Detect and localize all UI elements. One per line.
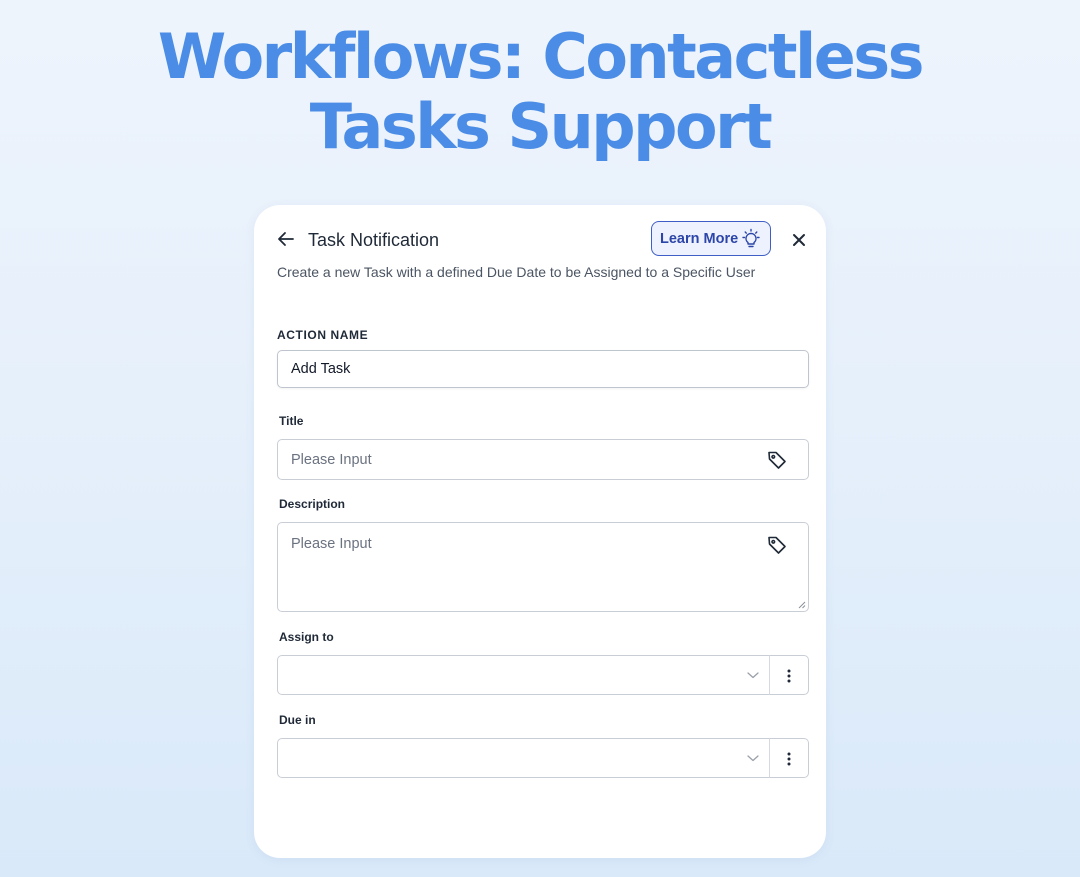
panel-subtitle: Create a new Task with a defined Due Dat… [277,264,756,280]
learn-more-button[interactable]: Learn More [651,221,771,256]
due-in-select[interactable] [277,738,770,778]
page-headline: Workflows: Contactless Tasks Support [0,22,1080,162]
description-placeholder: Please Input [291,536,372,552]
headline-line-1: Workflows: Contactless [157,20,925,93]
headline-line-2: Tasks Support [309,90,773,163]
close-icon[interactable] [790,231,808,249]
chevron-down-icon [747,755,759,762]
task-notification-panel: Task Notification Learn More Create a ne… [254,205,826,858]
title-placeholder: Please Input [291,451,372,468]
title-input[interactable]: Please Input [277,439,809,480]
due-in-menu-button[interactable] [769,738,809,778]
description-label: Description [279,497,346,511]
tag-icon[interactable] [766,449,788,471]
action-name-value: Add Task [291,361,351,377]
learn-more-label: Learn More [660,230,739,247]
assign-to-row [277,655,809,695]
due-in-label: Due in [279,713,316,727]
assign-to-menu-button[interactable] [769,655,809,695]
description-textarea[interactable]: Please Input [277,522,809,612]
resize-handle-icon[interactable] [798,601,806,609]
panel-title: Task Notification [308,230,440,250]
assign-to-select[interactable] [277,655,770,695]
lightbulb-icon [742,228,760,248]
chevron-down-icon [747,672,759,679]
kebab-menu-icon [787,669,791,683]
assign-to-label: Assign to [279,630,334,644]
action-name-label: ACTION NAME [277,328,369,342]
title-label: Title [279,414,304,428]
due-in-row [277,738,809,778]
kebab-menu-icon [787,752,791,766]
tag-icon[interactable] [766,534,788,556]
arrow-left-icon[interactable] [276,229,296,249]
action-name-input[interactable]: Add Task [277,350,809,388]
